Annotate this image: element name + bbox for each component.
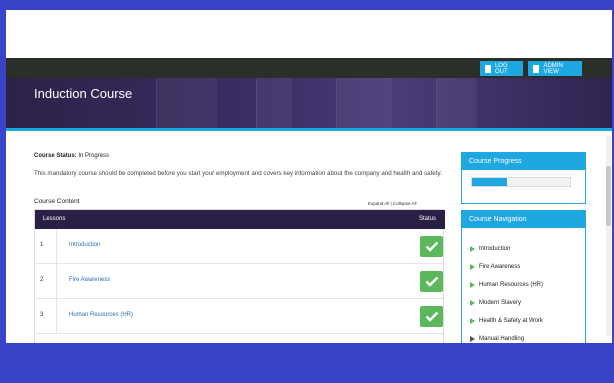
nav-item-introduction[interactable]: Introduction <box>470 246 510 252</box>
logout-label: LOG OUT <box>494 62 508 75</box>
play-arrow-icon <box>470 336 475 342</box>
nav-item-modern-slavery[interactable]: Modern Slavery <box>470 300 521 306</box>
logout-icon <box>485 64 491 73</box>
course-status: Course Status: In Progress <box>34 153 109 159</box>
scrollbar[interactable] <box>606 136 611 336</box>
play-arrow-icon <box>470 282 475 288</box>
course-progress-header: Course Progress <box>462 153 585 170</box>
play-arrow-icon <box>470 264 475 270</box>
lesson-link-fire-awareness[interactable]: Fire Awareness <box>69 277 110 283</box>
lesson-number: 3 <box>40 312 44 318</box>
lessons-table-header: Lessons Status <box>35 210 445 229</box>
play-arrow-icon <box>470 300 475 306</box>
lesson-number: 1 <box>40 242 44 248</box>
course-navigation-panel: Course Navigation Introduction Fire Awar… <box>461 210 586 343</box>
top-bar: LOG OUT ADMIN VIEW <box>6 58 612 78</box>
table-row: 2 Fire Awareness <box>35 264 443 299</box>
logout-button[interactable]: LOG OUT <box>480 61 523 76</box>
check-icon <box>420 271 443 292</box>
course-status-label: Course Status: <box>34 153 77 159</box>
progress-bar-fill <box>472 178 508 186</box>
table-row: 1 Introduction <box>35 229 443 264</box>
check-icon <box>420 306 443 327</box>
expand-collapse-links[interactable]: Expand All | Collapse All <box>368 201 416 206</box>
admin-view-icon <box>533 64 540 73</box>
lessons-table: Lessons Status 1 Introduction 2 Fire Awa… <box>34 209 445 343</box>
lessons-column-header: Lessons <box>43 216 66 222</box>
nav-item-label: Manual Handling <box>479 336 525 342</box>
progress-bar <box>471 177 571 187</box>
status-column-header: Status <box>419 216 437 222</box>
banner-divider <box>6 128 612 131</box>
course-navigation-header: Course Navigation <box>462 211 585 228</box>
table-row: 3 Human Resources (HR) <box>35 299 443 334</box>
course-progress-panel: Course Progress <box>461 152 586 204</box>
nav-item-label: Human Resources (HR) <box>479 282 544 288</box>
course-content-heading: Course Content <box>34 198 80 205</box>
lesson-number: 2 <box>40 277 44 283</box>
nav-item-label: Fire Awareness <box>479 264 521 270</box>
nav-item-label: Introduction <box>479 246 511 252</box>
play-arrow-icon <box>470 318 475 324</box>
course-banner: Induction Course <box>6 78 612 128</box>
admin-view-label: ADMIN VIEW <box>543 62 563 75</box>
admin-view-button[interactable]: ADMIN VIEW <box>528 61 582 76</box>
check-icon <box>420 236 443 257</box>
lesson-link-human-resources[interactable]: Human Resources (HR) <box>69 312 133 318</box>
scrollbar-thumb[interactable] <box>606 166 611 226</box>
nav-item-human-resources[interactable]: Human Resources (HR) <box>470 282 543 288</box>
lesson-link-introduction[interactable]: Introduction <box>69 242 100 248</box>
page-title: Induction Course <box>34 86 133 101</box>
course-navigation-title: Course Navigation <box>469 216 527 223</box>
course-progress-title: Course Progress <box>469 158 522 165</box>
nav-item-manual-handling[interactable]: Manual Handling <box>470 336 524 342</box>
nav-item-label: Health & Safety at Work <box>479 318 543 324</box>
play-arrow-icon <box>470 246 475 252</box>
browser-content: LOG OUT ADMIN VIEW Induction Course Cour… <box>6 10 612 343</box>
nav-item-health-safety[interactable]: Health & Safety at Work <box>470 318 543 324</box>
course-status-value: In Progress <box>78 153 110 159</box>
nav-item-label: Modern Slavery <box>479 300 522 306</box>
course-description: This mandatory course should be complete… <box>34 170 442 177</box>
nav-item-fire-awareness[interactable]: Fire Awareness <box>470 264 520 270</box>
